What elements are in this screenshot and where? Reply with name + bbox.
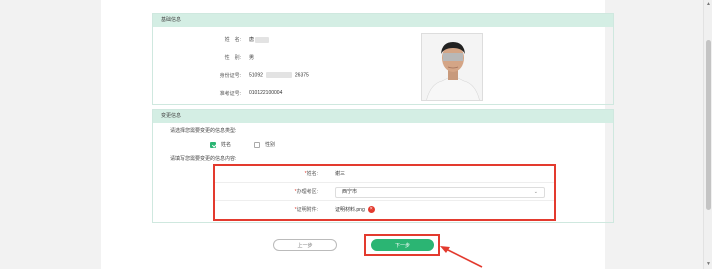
change-info-title: 变更信息 <box>153 110 613 123</box>
gender-value: 男 <box>249 55 255 61</box>
form-row-attachment: *证明附件: 证明材料.png × <box>215 202 554 219</box>
blurred-id <box>265 72 292 78</box>
id-label: 身份证号: <box>219 73 241 79</box>
option-name-checkbox[interactable]: 姓名 <box>210 141 231 148</box>
attachment-filename[interactable]: 证明材料.png <box>335 207 365 213</box>
basic-info-section: 基础信息 姓 名: 唐 性 别: 男 身份证号: 51092 26375 准考证号… <box>152 13 614 105</box>
gender-label: 性 别: <box>224 55 241 61</box>
id-value: 51092 26375 <box>249 72 309 79</box>
exam-no-label: 准考证号: <box>219 91 241 97</box>
next-button[interactable]: 下一步 <box>371 239 434 251</box>
attachment-file[interactable]: 证明材料.png × <box>335 202 375 219</box>
form-row-place: *办理考区: 西宁市 ⌄ <box>215 184 554 201</box>
name-value: 唐 <box>249 36 270 43</box>
chevron-down-icon[interactable]: ⌄ <box>534 188 538 197</box>
checkbox-checked-icon[interactable] <box>210 141 216 148</box>
place-select[interactable]: 西宁市 ⌄ <box>335 187 545 198</box>
annotation-arrow-icon <box>440 246 483 268</box>
id-photo <box>421 33 483 101</box>
form-name-label: *姓名: <box>304 171 318 177</box>
form-attachment-label: *证明附件: <box>294 207 318 213</box>
form-name-value[interactable]: 谢三 <box>335 166 345 183</box>
basic-info-title: 基础信息 <box>153 14 613 27</box>
option-gender-label: 性别 <box>265 142 276 148</box>
option-gender-checkbox[interactable]: 性别 <box>254 141 275 148</box>
name-label: 姓 名: <box>224 37 241 43</box>
vertical-scrollbar[interactable]: ▲ ▼ <box>703 0 712 269</box>
option-name-label: 姓名 <box>221 142 232 148</box>
blurred-name <box>255 36 270 43</box>
scrollbar-thumb[interactable] <box>706 40 711 210</box>
change-form-highlight: *姓名: 谢三 *办理考区: 西宁市 ⌄ *证明附件: 证明材料.png × <box>213 164 556 221</box>
form-row-name: *姓名: 谢三 <box>215 166 554 183</box>
checkbox-empty-icon[interactable] <box>254 141 260 148</box>
remove-file-icon[interactable]: × <box>367 206 375 214</box>
form-place-label: *办理考区: <box>294 189 318 195</box>
place-select-value: 西宁市 <box>342 189 358 195</box>
prev-button[interactable]: 上一步 <box>273 239 337 251</box>
type-question: 请选择您需要变更的信息类型: <box>170 128 237 134</box>
main-card: 基础信息 姓 名: 唐 性 别: 男 身份证号: 51092 26375 准考证号… <box>101 0 614 269</box>
exam-no-value: 010122100004 <box>249 90 283 96</box>
scroll-down-icon[interactable]: ▼ <box>706 262 711 267</box>
content-question: 请填写您需要变更的信息内容: <box>170 156 237 162</box>
scroll-up-icon[interactable]: ▲ <box>706 2 711 7</box>
